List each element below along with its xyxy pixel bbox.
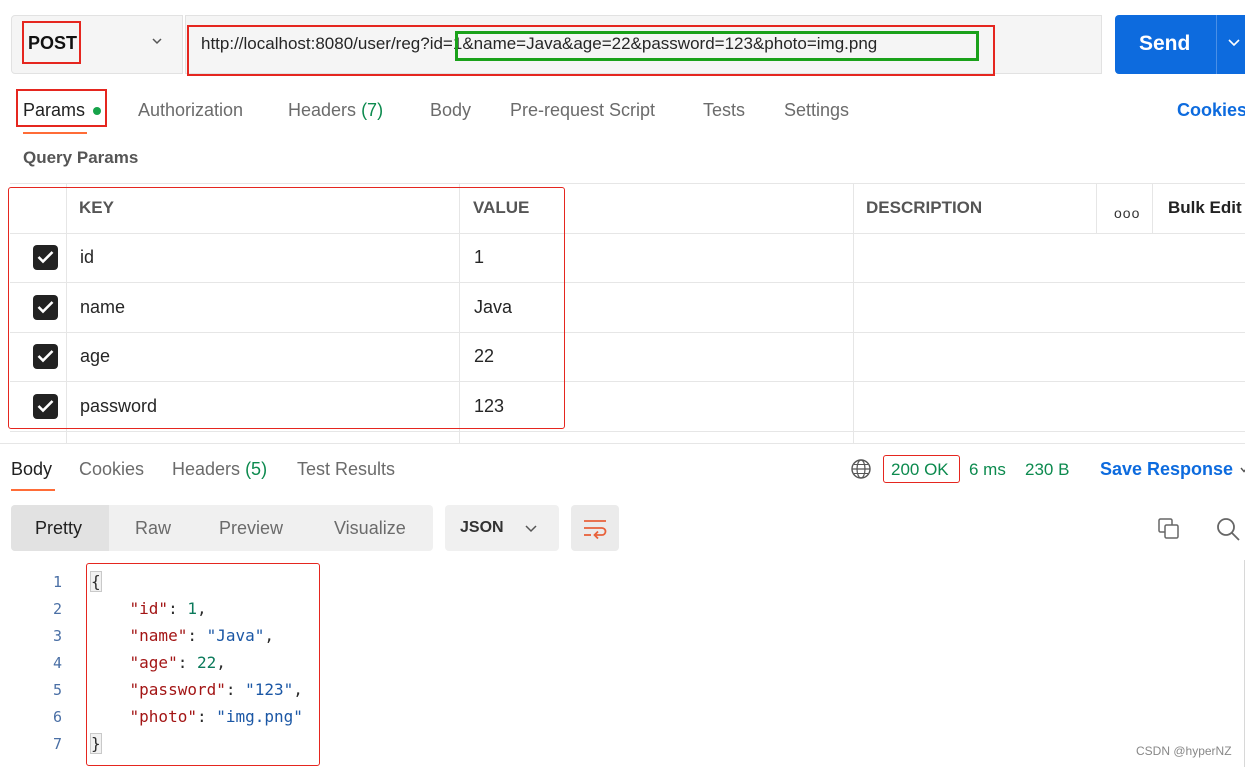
param-key[interactable]: name bbox=[80, 297, 125, 318]
copy-icon[interactable] bbox=[1157, 517, 1181, 541]
save-response-button[interactable]: Save Response bbox=[1100, 459, 1233, 480]
params-indicator-dot bbox=[93, 107, 101, 115]
send-label: Send bbox=[1139, 32, 1191, 55]
table-row-border bbox=[10, 332, 1245, 333]
param-value[interactable]: 123 bbox=[474, 396, 504, 417]
param-value[interactable]: 1 bbox=[474, 247, 484, 268]
tab-settings[interactable]: Settings bbox=[784, 100, 849, 121]
response-tab-test-results[interactable]: Test Results bbox=[297, 459, 395, 480]
response-separator bbox=[0, 443, 1245, 444]
code-line[interactable]: } bbox=[90, 733, 102, 754]
send-options-chevron-icon[interactable] bbox=[1228, 38, 1240, 48]
send-divider bbox=[1216, 15, 1217, 74]
param-value[interactable]: 22 bbox=[474, 346, 494, 367]
param-key[interactable]: id bbox=[80, 247, 94, 268]
table-col-border bbox=[1152, 183, 1153, 233]
response-time[interactable]: 6 ms bbox=[969, 460, 1006, 480]
code-line[interactable]: { bbox=[90, 571, 102, 592]
response-tab-body[interactable]: Body bbox=[11, 459, 52, 480]
cookies-link[interactable]: Cookies bbox=[1177, 100, 1245, 121]
param-value[interactable]: Java bbox=[474, 297, 512, 318]
checkmark-icon bbox=[37, 350, 54, 363]
tab-pre-request-script[interactable]: Pre-request Script bbox=[510, 100, 655, 121]
bulk-edit-button[interactable]: Bulk Edit bbox=[1168, 198, 1242, 218]
table-row-border bbox=[10, 282, 1245, 283]
table-col-border bbox=[66, 183, 67, 443]
line-number: 7 bbox=[52, 735, 62, 753]
code-line[interactable]: "age": 22, bbox=[91, 653, 226, 672]
checkmark-icon bbox=[37, 400, 54, 413]
chevron-down-icon bbox=[525, 525, 537, 533]
tab-body[interactable]: Body bbox=[430, 100, 471, 121]
code-line[interactable]: "name": "Java", bbox=[91, 626, 275, 645]
checkmark-icon bbox=[37, 251, 54, 264]
param-checkbox[interactable] bbox=[33, 394, 58, 419]
view-preview-button[interactable]: Preview bbox=[219, 518, 283, 539]
line-number: 5 bbox=[52, 681, 62, 699]
response-tab-headers[interactable]: Headers (5) bbox=[172, 459, 267, 480]
method-label: POST bbox=[28, 33, 78, 53]
line-number: 4 bbox=[52, 654, 62, 672]
chevron-down-icon[interactable] bbox=[1240, 466, 1245, 474]
param-checkbox[interactable] bbox=[33, 344, 58, 369]
column-header-key: KEY bbox=[79, 198, 114, 217]
line-number: 1 bbox=[52, 573, 62, 591]
view-pretty-button[interactable]: Pretty bbox=[35, 518, 82, 539]
table-top-border bbox=[10, 183, 1245, 184]
active-tab-underline bbox=[23, 132, 87, 134]
watermark: CSDN @hyperNZ bbox=[1136, 744, 1232, 758]
query-params-label: Query Params bbox=[23, 148, 139, 167]
column-header-description: DESCRIPTION bbox=[866, 198, 983, 217]
tab-params[interactable]: Params bbox=[23, 100, 85, 121]
table-col-border bbox=[459, 183, 460, 443]
chevron-down-icon bbox=[152, 38, 162, 45]
table-col-border bbox=[853, 183, 854, 443]
param-checkbox[interactable] bbox=[33, 245, 58, 270]
more-options-icon[interactable]: ooo bbox=[1114, 205, 1140, 221]
line-number: 6 bbox=[52, 708, 62, 726]
response-size[interactable]: 230 B bbox=[1025, 460, 1069, 480]
column-header-value: VALUE bbox=[473, 198, 530, 217]
line-number: 2 bbox=[52, 600, 62, 618]
checkmark-icon bbox=[37, 301, 54, 314]
code-line[interactable]: "password": "123", bbox=[91, 680, 303, 699]
table-row-border bbox=[10, 381, 1245, 382]
code-line[interactable]: "id": 1, bbox=[91, 599, 207, 618]
line-number: 3 bbox=[52, 627, 62, 645]
table-row-border bbox=[10, 431, 1245, 432]
code-line[interactable]: "photo": "img.png" bbox=[91, 707, 303, 726]
tab-tests[interactable]: Tests bbox=[703, 100, 745, 121]
tab-headers[interactable]: Headers (7) bbox=[288, 100, 383, 121]
globe-icon[interactable] bbox=[850, 458, 872, 480]
table-header-border bbox=[10, 233, 1245, 234]
param-key[interactable]: password bbox=[80, 396, 157, 417]
url-text: http://localhost:8080/user/reg?id=1&name… bbox=[201, 34, 878, 53]
param-checkbox[interactable] bbox=[33, 295, 58, 320]
search-icon[interactable] bbox=[1215, 516, 1241, 542]
response-tab-cookies[interactable]: Cookies bbox=[79, 459, 144, 480]
tab-authorization[interactable]: Authorization bbox=[138, 100, 243, 121]
active-response-tab-underline bbox=[11, 489, 55, 491]
format-label: JSON bbox=[460, 519, 504, 536]
status-badge[interactable]: 200 OK bbox=[891, 460, 949, 480]
wrap-lines-icon bbox=[584, 520, 607, 540]
view-raw-button[interactable]: Raw bbox=[135, 518, 171, 539]
view-visualize-button[interactable]: Visualize bbox=[334, 518, 406, 539]
table-col-border bbox=[1096, 183, 1097, 233]
param-key[interactable]: age bbox=[80, 346, 110, 367]
